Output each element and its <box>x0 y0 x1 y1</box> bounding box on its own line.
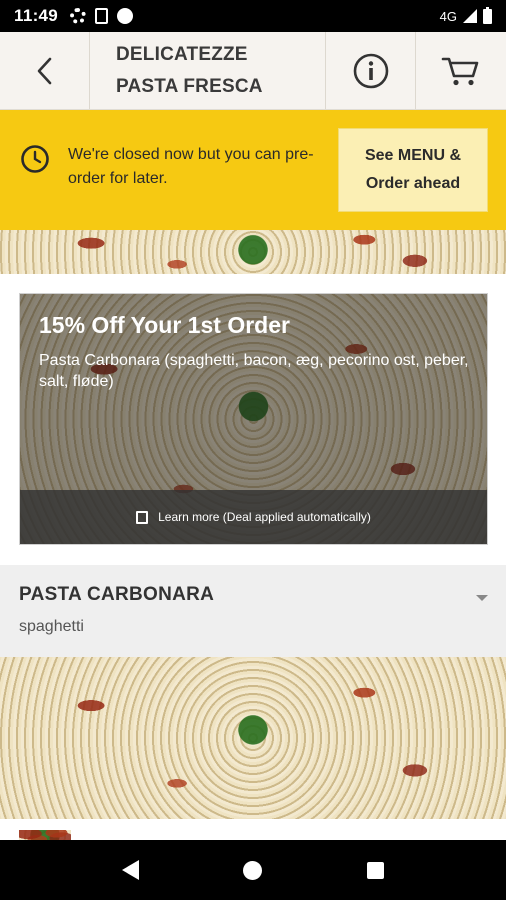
nav-back-icon[interactable] <box>122 860 140 880</box>
app-header: DELICATEZZE PASTA FRESCA <box>0 32 506 110</box>
store-title-line1: DELICATEZZE <box>116 43 248 65</box>
signal-icon <box>463 9 477 23</box>
status-right: 4G <box>439 6 492 24</box>
category-header[interactable]: PASTA CARBONARA spaghetti <box>0 565 506 657</box>
back-arrow-icon <box>37 57 51 84</box>
deal-card[interactable]: 15% Off Your 1st Order Pasta Carbonara (… <box>19 293 488 545</box>
system-nav-bar <box>0 840 506 900</box>
status-icons <box>70 8 134 24</box>
back-button[interactable] <box>0 32 90 109</box>
chat-icon <box>117 8 134 24</box>
deal-title: 15% Off Your 1st Order <box>39 312 290 338</box>
closed-banner: We're closed now but you can pre-order f… <box>0 110 506 230</box>
cart-icon <box>441 57 479 85</box>
cart-button[interactable] <box>416 32 506 109</box>
see-menu-order-ahead-button[interactable]: See MENU & Order ahead <box>338 128 488 212</box>
battery-icon <box>483 6 492 24</box>
tag-icon <box>136 510 149 524</box>
store-title-line2: PASTA FRESCA <box>116 75 263 97</box>
nav-home-icon[interactable] <box>243 860 263 880</box>
store-title: DELICATEZZE PASTA FRESCA <box>90 32 326 109</box>
clock-icon <box>21 145 49 173</box>
caret-down-icon[interactable] <box>476 595 488 601</box>
info-icon <box>353 53 388 88</box>
network-label: 4G <box>439 8 457 24</box>
category-image <box>0 657 506 819</box>
menu-item-row[interactable] <box>0 819 506 842</box>
status-bar: 11:49 4G <box>0 0 506 32</box>
clipboard-icon <box>95 8 109 24</box>
gear-icon <box>70 8 87 24</box>
nav-recents-icon[interactable] <box>366 861 384 879</box>
status-time: 11:49 <box>14 6 59 25</box>
category-subtitle: spaghetti <box>19 618 84 635</box>
category-title: PASTA CARBONARA <box>19 584 215 605</box>
deal-learn-more[interactable]: Learn more (Deal applied automatically) <box>20 490 487 544</box>
info-button[interactable] <box>326 32 416 109</box>
hero-image <box>0 230 506 274</box>
closed-message: We're closed now but you can pre-order f… <box>68 146 314 187</box>
deal-footer-text: Learn more (Deal applied automatically) <box>158 510 371 524</box>
deal-description: Pasta Carbonara (spaghetti, bacon, æg, p… <box>39 352 469 390</box>
